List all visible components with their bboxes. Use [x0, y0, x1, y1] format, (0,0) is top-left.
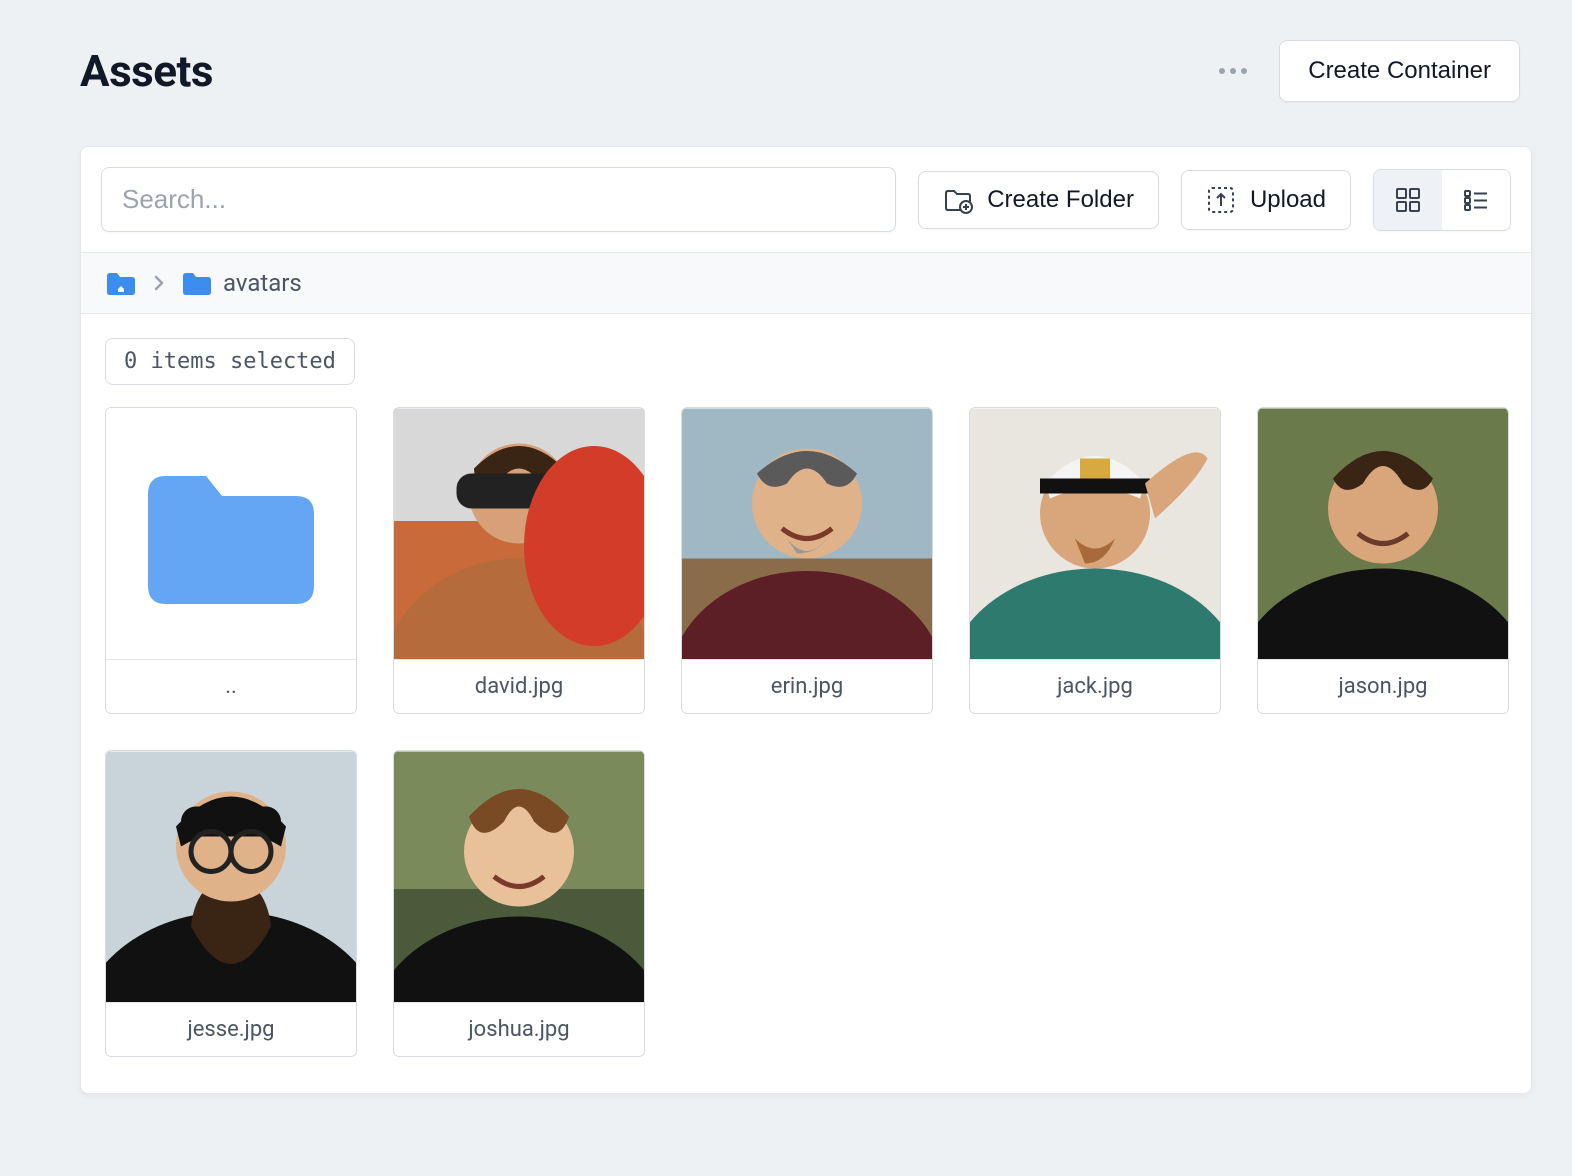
breadcrumb-home[interactable]: [105, 269, 137, 297]
page-header: Assets Create Container: [80, 40, 1532, 102]
asset-tile[interactable]: jack.jpg: [969, 407, 1221, 714]
asset-tile[interactable]: erin.jpg: [681, 407, 933, 714]
avatar-image: [394, 408, 644, 659]
asset-grid: ..: [105, 407, 1507, 1057]
asset-thumb: [1258, 408, 1508, 660]
asset-tile[interactable]: jesse.jpg: [105, 750, 357, 1057]
search-input[interactable]: [101, 167, 896, 232]
upload-icon: [1206, 185, 1236, 215]
view-toggle: [1373, 169, 1511, 231]
folder-up-tile[interactable]: ..: [105, 407, 357, 714]
grid-icon: [1394, 186, 1422, 214]
create-container-label: Create Container: [1308, 57, 1491, 85]
page-title: Assets: [80, 45, 213, 97]
avatar-image: [106, 751, 356, 1002]
more-actions-button[interactable]: [1213, 62, 1253, 80]
folder-icon: [136, 454, 326, 614]
asset-thumb: [970, 408, 1220, 660]
tile-label: jesse.jpg: [106, 1003, 356, 1056]
avatar-image: [970, 408, 1220, 659]
breadcrumb-folder-label: avatars: [223, 269, 302, 297]
tile-label: david.jpg: [394, 660, 644, 713]
create-folder-button[interactable]: Create Folder: [918, 171, 1159, 229]
tile-label: jason.jpg: [1258, 660, 1508, 713]
list-view-button[interactable]: [1442, 170, 1510, 230]
dot-icon: [1219, 68, 1225, 74]
breadcrumb-folder[interactable]: avatars: [181, 269, 302, 297]
asset-tile[interactable]: jason.jpg: [1257, 407, 1509, 714]
create-container-button[interactable]: Create Container: [1279, 40, 1520, 102]
tile-label: jack.jpg: [970, 660, 1220, 713]
folder-icon: [181, 269, 213, 297]
avatar-image: [394, 751, 644, 1002]
grid-view-button[interactable]: [1374, 170, 1442, 230]
list-icon: [1462, 186, 1490, 214]
avatar-image: [682, 408, 932, 659]
tile-label: erin.jpg: [682, 660, 932, 713]
dot-icon: [1241, 68, 1247, 74]
assets-panel: Create Folder Upload: [80, 146, 1532, 1094]
asset-thumb: [394, 408, 644, 660]
asset-tile[interactable]: joshua.jpg: [393, 750, 645, 1057]
asset-tile[interactable]: david.jpg: [393, 407, 645, 714]
home-folder-icon: [105, 269, 137, 297]
chevron-right-icon: [153, 274, 165, 292]
breadcrumb: avatars: [81, 252, 1531, 314]
tile-label: ..: [106, 660, 356, 713]
folder-up-thumb: [106, 408, 356, 660]
content-area: 0 items selected ..: [81, 314, 1531, 1093]
folder-add-icon: [943, 186, 973, 214]
asset-thumb: [106, 751, 356, 1003]
toolbar: Create Folder Upload: [81, 147, 1531, 252]
selection-count[interactable]: 0 items selected: [105, 338, 355, 385]
tile-label: joshua.jpg: [394, 1003, 644, 1056]
upload-button[interactable]: Upload: [1181, 170, 1351, 230]
asset-thumb: [394, 751, 644, 1003]
asset-thumb: [682, 408, 932, 660]
avatar-image: [1258, 408, 1508, 659]
create-folder-label: Create Folder: [987, 186, 1134, 214]
upload-label: Upload: [1250, 186, 1326, 214]
dot-icon: [1230, 68, 1236, 74]
